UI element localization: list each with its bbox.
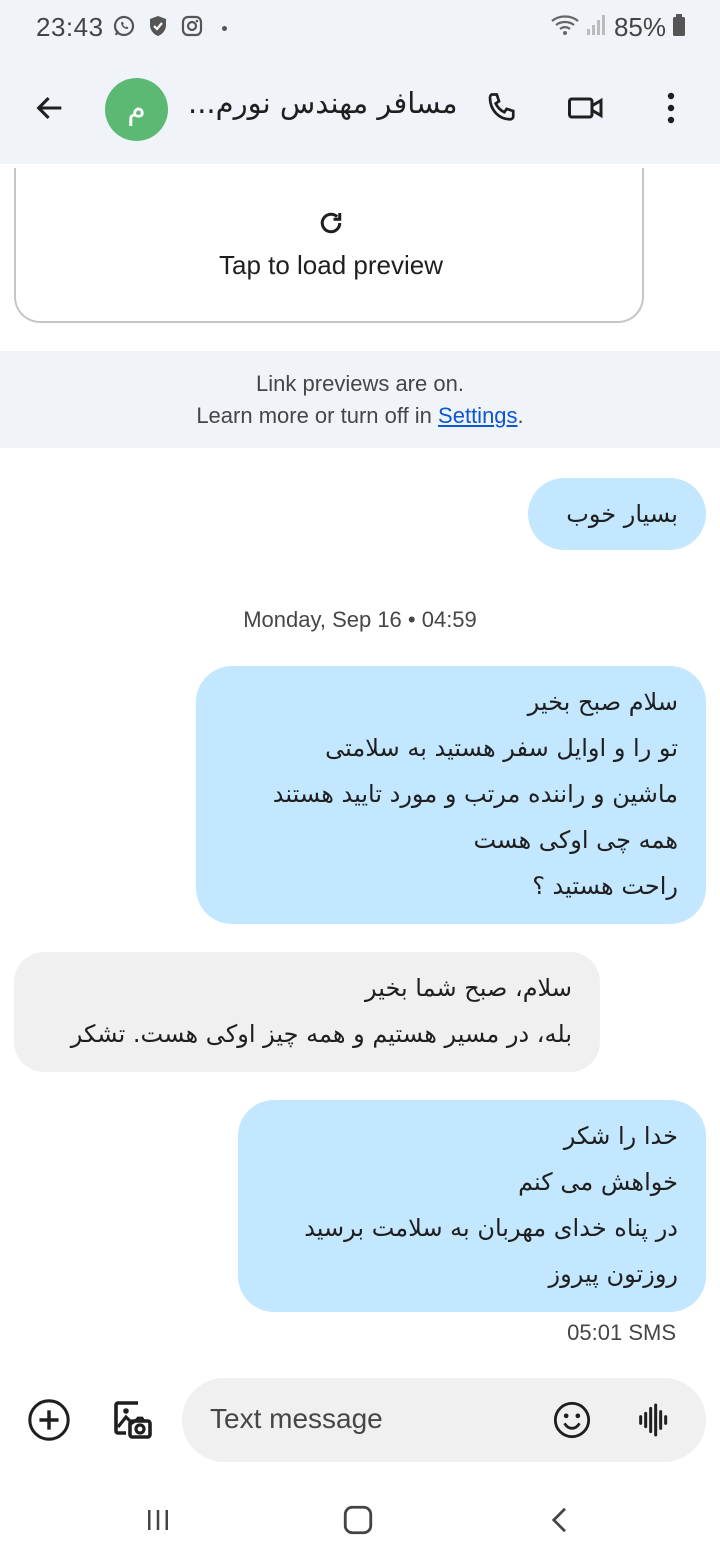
- message-text: تو را و اوایل سفر هستید به سلامتی: [325, 734, 678, 762]
- message-bubble-outgoing[interactable]: خدا را شکر خواهش می کنم در پناه خدای مهر…: [238, 1100, 706, 1312]
- gallery-icon[interactable]: [108, 1395, 156, 1443]
- voice-message-icon[interactable]: [634, 1400, 674, 1440]
- link-preview-settings-text: Learn more or turn off in Settings.: [0, 403, 720, 429]
- message-bubble-outgoing[interactable]: بسیار خوب: [528, 478, 706, 550]
- contact-name[interactable]: مسافر مهندس نورم...: [188, 86, 458, 120]
- settings-prefix-text: Learn more or turn off in: [196, 403, 439, 428]
- message-text: خدا را شکر: [563, 1122, 678, 1150]
- conversation-header: م مسافر مهندس نورم...: [0, 58, 720, 164]
- message-text: ماشین و راننده مرتب و مورد تایید هستند: [272, 780, 678, 808]
- status-bar: 23:43 85%: [0, 0, 720, 58]
- shield-icon: [146, 14, 170, 43]
- message-text: در پناه خدای مهربان به سلامت برسید: [304, 1214, 678, 1242]
- message-text: بله، در مسیر هستیم و همه چیز اوکی هست. ت…: [70, 1020, 572, 1048]
- whatsapp-icon: [112, 14, 136, 43]
- back-arrow-icon[interactable]: [26, 84, 74, 132]
- message-bubble-outgoing[interactable]: سلام صبح بخیر تو را و اوایل سفر هستید به…: [196, 666, 706, 924]
- refresh-icon: [316, 208, 346, 238]
- wifi-icon: [550, 13, 580, 42]
- battery-percent: 85%: [613, 12, 666, 42]
- system-nav-bar: [0, 1480, 720, 1560]
- link-preview-status: Link previews are on.: [256, 371, 464, 396]
- more-vert-icon[interactable]: [647, 84, 695, 132]
- link-preview-card[interactable]: Tap to load preview: [14, 168, 644, 323]
- nav-back-icon[interactable]: [540, 1500, 580, 1540]
- video-icon[interactable]: [562, 84, 610, 132]
- message-input-placeholder: Text message: [210, 1403, 383, 1434]
- status-right: 85%: [550, 12, 686, 43]
- recent-apps-icon[interactable]: [138, 1500, 178, 1540]
- message-text: سلام، صبح شما بخیر: [365, 974, 572, 1002]
- message-text: همه چی اوکی هست: [473, 826, 678, 854]
- message-text: خواهش می کنم: [518, 1168, 678, 1196]
- avatar[interactable]: م: [105, 78, 168, 141]
- message-bubble-incoming[interactable]: سلام، صبح شما بخیر بله، در مسیر هستیم و …: [14, 952, 600, 1072]
- notification-icons: [112, 14, 227, 43]
- message-text: راحت هستید ؟: [532, 872, 678, 900]
- status-time: 23:43: [36, 12, 104, 42]
- more-notifications-dot: [222, 26, 227, 31]
- emoji-icon[interactable]: [552, 1400, 592, 1440]
- settings-link[interactable]: Settings: [438, 403, 518, 428]
- message-text: روزتون پیروز: [548, 1260, 678, 1288]
- message-text: بسیار خوب: [566, 500, 678, 528]
- signal-icon: [586, 13, 608, 42]
- date-separator: Monday, Sep 16 • 04:59: [243, 607, 477, 632]
- message-input[interactable]: Text message: [182, 1378, 706, 1462]
- message-timestamp: 05:01 SMS: [567, 1320, 676, 1345]
- message-text: سلام صبح بخیر: [527, 688, 678, 716]
- add-attachment-icon[interactable]: [26, 1397, 72, 1443]
- home-icon[interactable]: [338, 1500, 378, 1540]
- settings-suffix-text: .: [517, 403, 524, 428]
- link-preview-info: Link previews are on. Learn more or turn…: [0, 351, 720, 448]
- tap-to-load-preview: Tap to load preview: [218, 250, 444, 280]
- instagram-icon: [180, 14, 204, 43]
- phone-icon[interactable]: [478, 84, 526, 132]
- battery-icon: [672, 13, 686, 42]
